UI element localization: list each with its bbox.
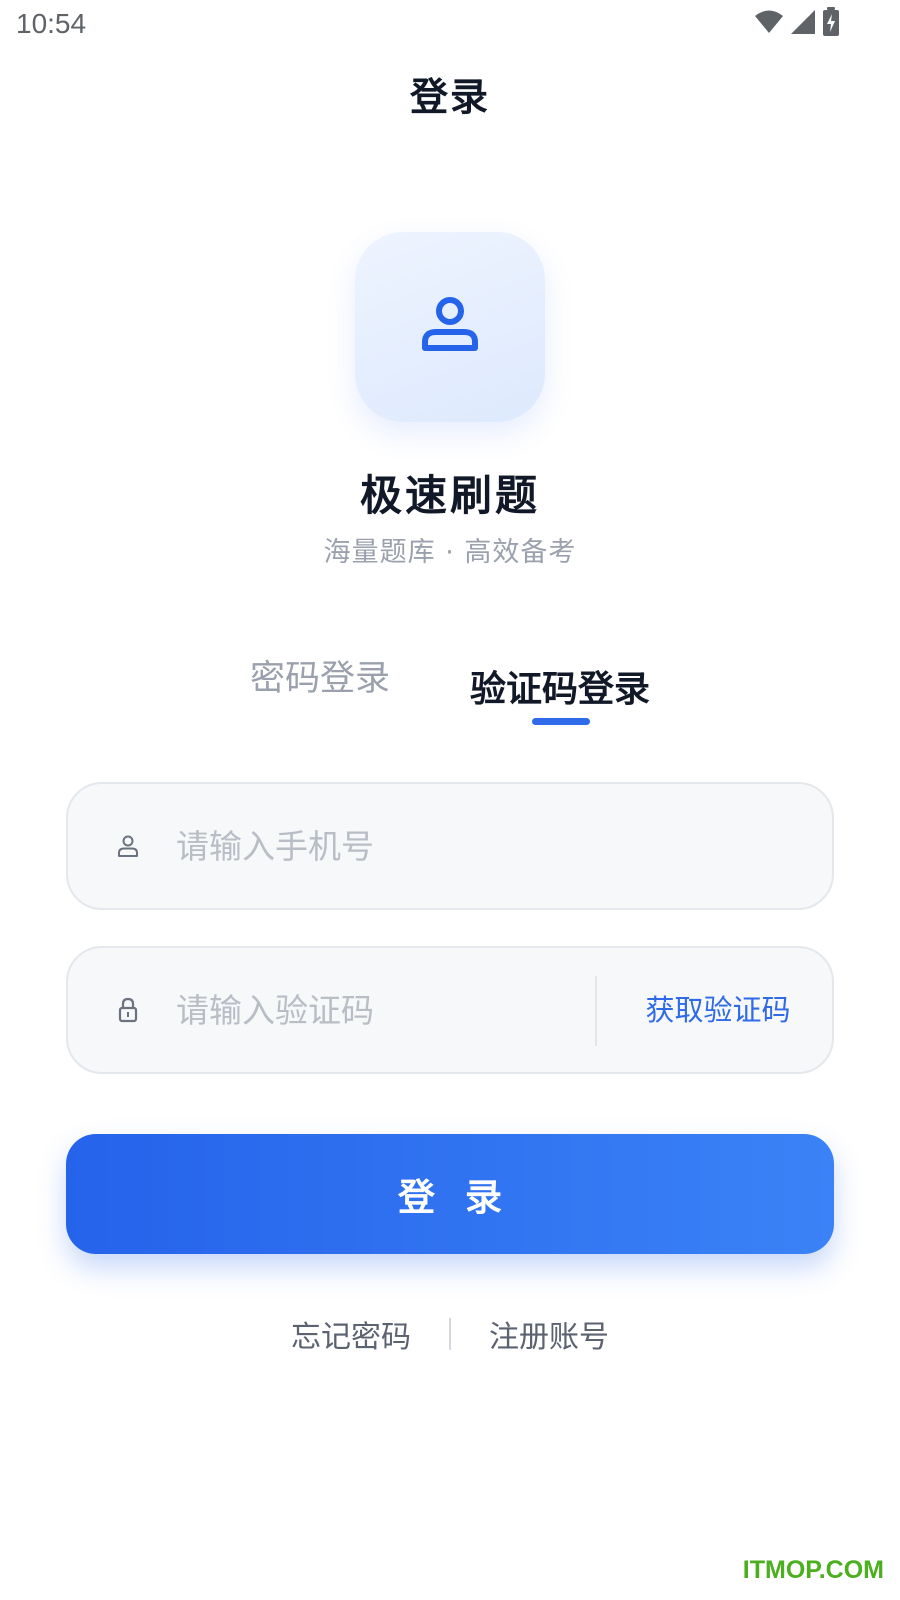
user-icon: [116, 833, 140, 859]
lock-icon: [116, 997, 140, 1023]
status-time: 10:54: [16, 8, 87, 39]
status-bar: 10:54: [0, 0, 900, 50]
watermark: ITMOP.COM: [742, 1556, 884, 1584]
app-logo: [355, 232, 545, 422]
app-name: 极速刷题: [359, 471, 540, 520]
tab-password-login[interactable]: 密码登录: [250, 650, 390, 701]
forgot-password-link[interactable]: 忘记密码: [291, 1312, 411, 1356]
phone-field: [66, 782, 834, 910]
battery-charging-icon: [822, 7, 840, 41]
app-slogan: 海量题库 · 高效备考: [323, 537, 577, 568]
status-icons: [754, 7, 840, 41]
phone-input[interactable]: [176, 784, 796, 908]
code-input[interactable]: [176, 948, 576, 1072]
tab-code-login[interactable]: 验证码登录: [470, 660, 650, 712]
register-link[interactable]: 注册账号: [489, 1312, 609, 1356]
bottom-links: 忘记密码 注册账号: [0, 1312, 900, 1356]
link-separator: [449, 1318, 451, 1350]
signal-icon: [790, 9, 816, 39]
code-field: 获取验证码: [66, 946, 834, 1074]
login-button[interactable]: 登录: [66, 1134, 834, 1254]
wifi-icon: [754, 9, 784, 39]
get-code-button[interactable]: 获取验证码: [628, 948, 808, 1072]
page-title: 登录: [409, 75, 490, 119]
field-divider: [595, 976, 597, 1046]
user-icon: [419, 294, 481, 360]
active-tab-indicator: [532, 718, 590, 725]
